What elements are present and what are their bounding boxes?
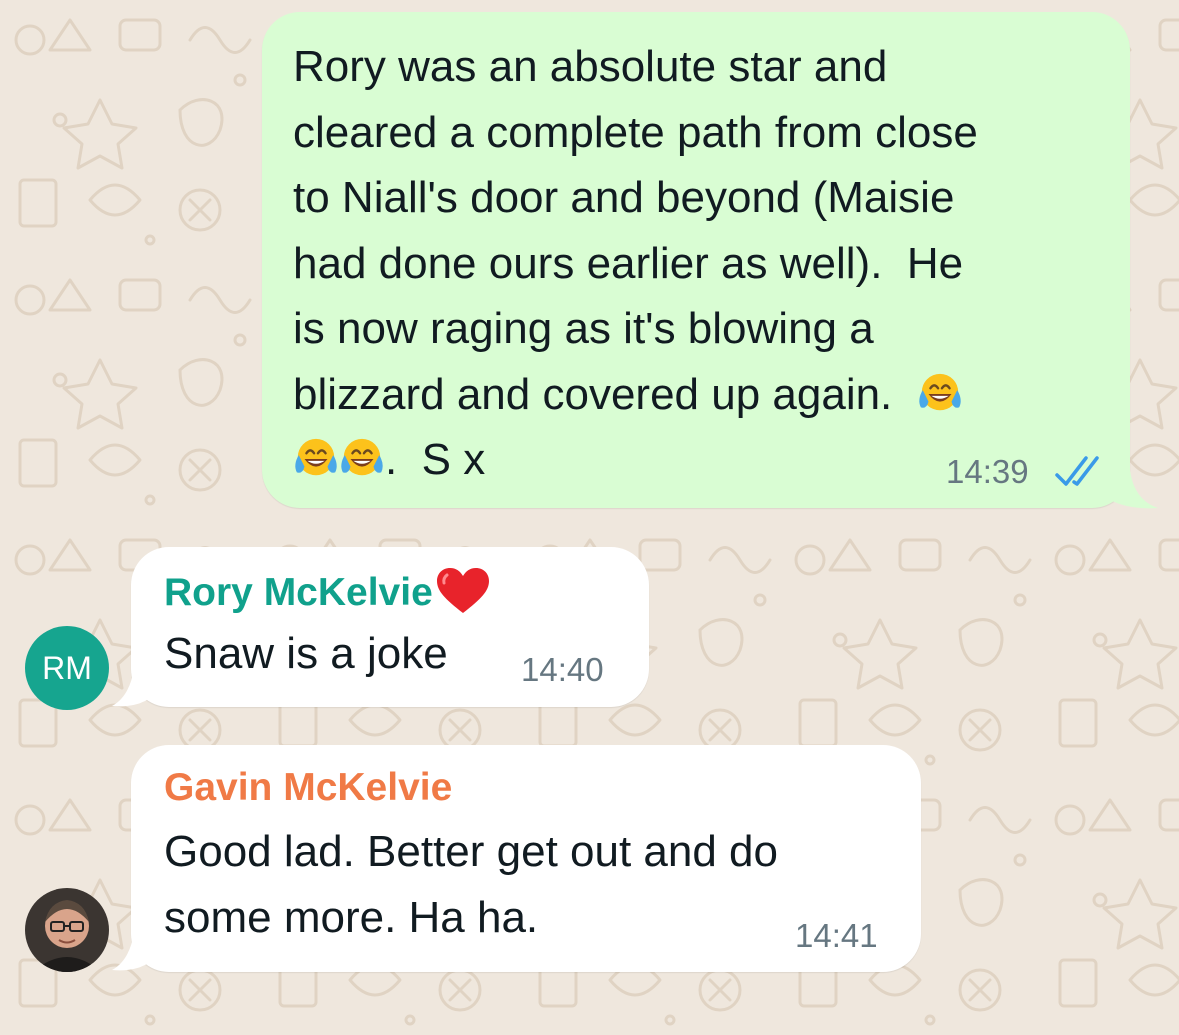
incoming-message-bubble[interactable]: Rory McKelvie Snaw is a joke 14:40 bbox=[131, 547, 649, 707]
message-time: 14:39 bbox=[946, 453, 1029, 490]
incoming-message-bubble[interactable]: Gavin McKelvie Good lad. Better get out … bbox=[131, 745, 921, 972]
message-text: Snaw is a joke bbox=[164, 629, 448, 678]
message-text: Good lad. Better get out and do some mor… bbox=[164, 819, 778, 950]
message-line: had done ours earlier as well). He bbox=[293, 238, 964, 288]
message-line: . S x bbox=[385, 435, 486, 484]
avatar[interactable]: RM bbox=[25, 626, 109, 710]
tears-of-joy-emoji-icon bbox=[917, 372, 962, 411]
message-line: some more. Ha ha. bbox=[164, 892, 539, 942]
sender-name[interactable]: Gavin McKelvie bbox=[164, 766, 452, 810]
sender-name[interactable]: Rory McKelvie bbox=[164, 567, 491, 617]
incoming-bubble-tail bbox=[112, 668, 150, 707]
outgoing-bubble-tail bbox=[1110, 470, 1158, 509]
message-line: Good lad. Better get out and do bbox=[164, 827, 779, 876]
message-time: 14:41 bbox=[795, 917, 878, 954]
message-line: is now raging as it's blowing a bbox=[293, 304, 874, 353]
tears-of-joy-emoji-icon bbox=[340, 437, 384, 477]
message-line: cleared a complete path from close bbox=[293, 107, 978, 157]
message-line: blizzard and covered up again. bbox=[293, 369, 893, 419]
tears-of-joy-emoji-icon bbox=[294, 437, 338, 477]
profile-photo-icon bbox=[25, 888, 109, 972]
message-line: to Niall's door and beyond (Maisie bbox=[293, 173, 955, 222]
message-text: Rory was an absolute star and cleared a … bbox=[293, 34, 978, 493]
red-heart-emoji-icon bbox=[436, 568, 489, 613]
avatar-initials: RM bbox=[42, 650, 92, 686]
incoming-bubble-tail bbox=[112, 932, 150, 971]
message-time: 14:40 bbox=[521, 651, 604, 688]
outgoing-message-bubble[interactable]: Rory was an absolute star and cleared a … bbox=[262, 12, 1130, 508]
message-line: Rory was an absolute star and bbox=[293, 42, 888, 91]
avatar[interactable] bbox=[25, 888, 109, 972]
double-check-read-icon bbox=[1055, 456, 1099, 486]
